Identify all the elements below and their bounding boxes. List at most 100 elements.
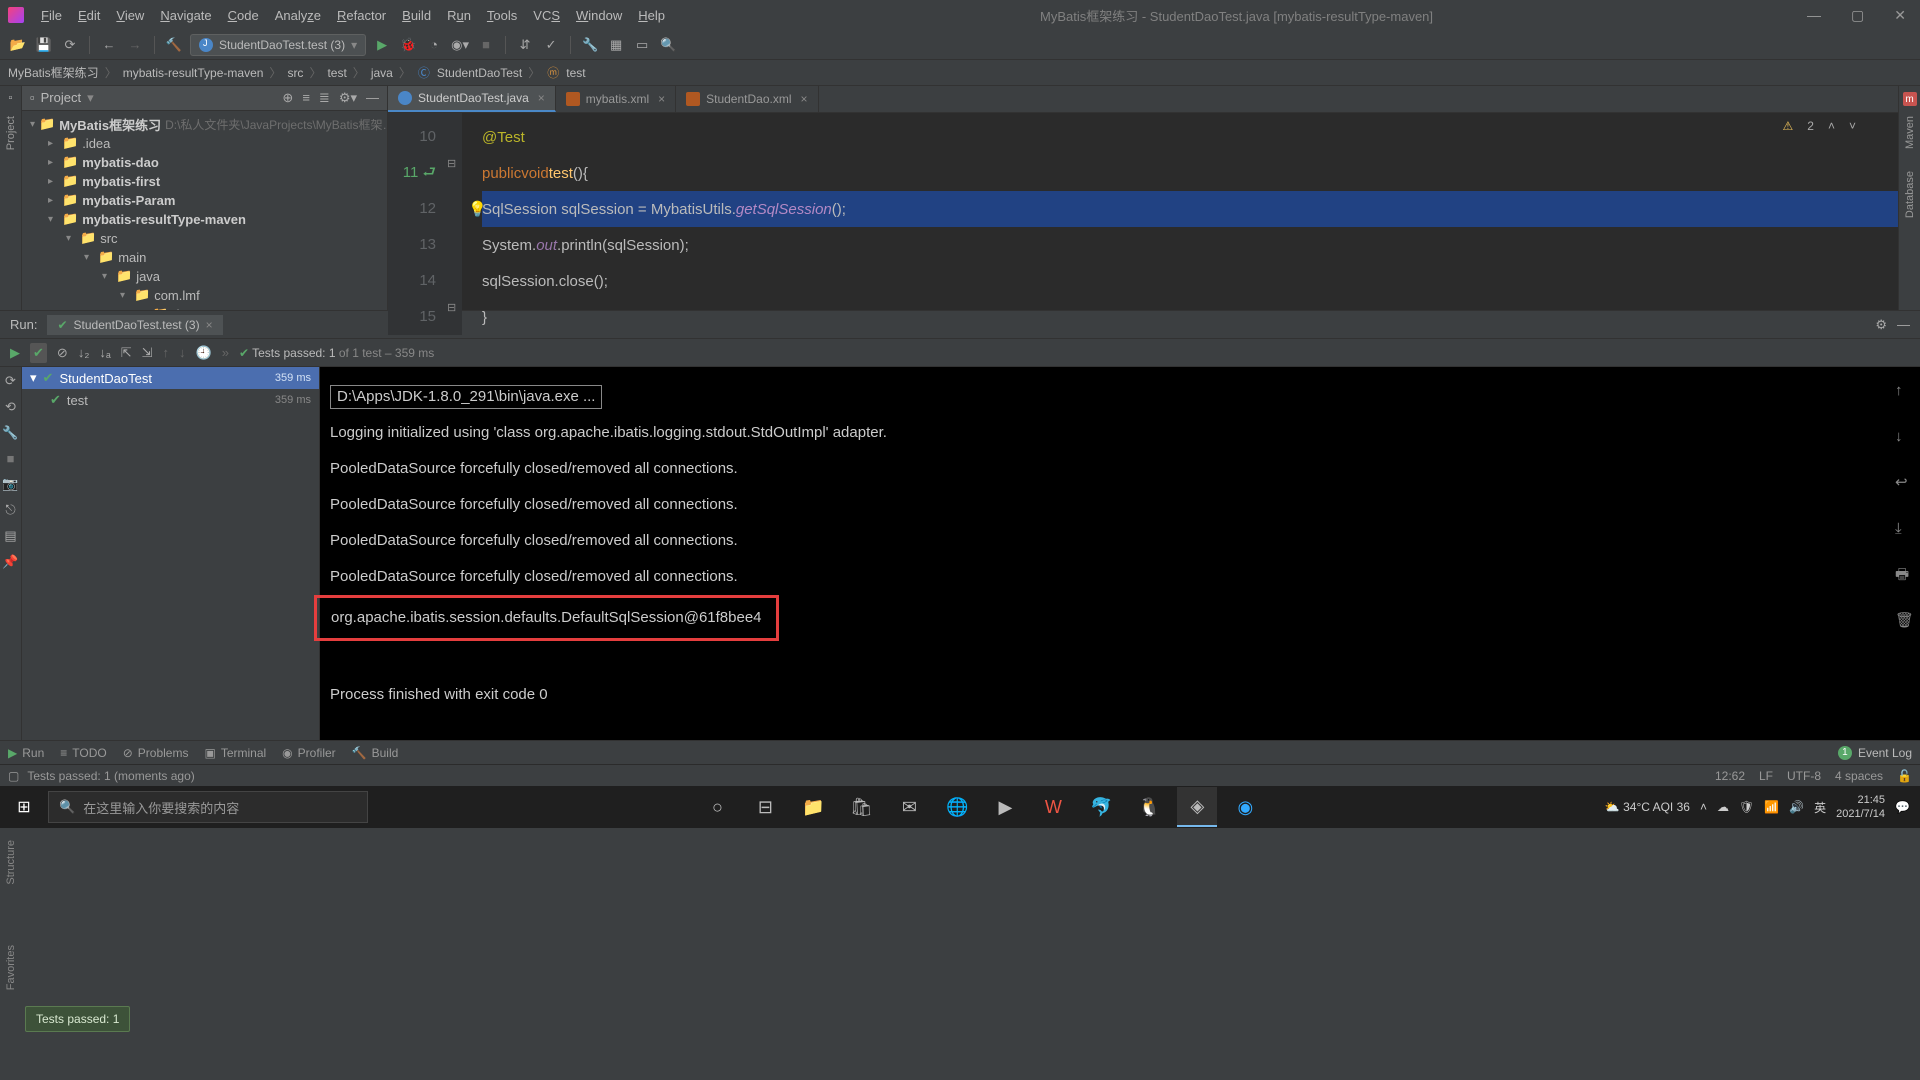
tab-problems[interactable]: ⊘Problems (123, 746, 189, 760)
problems-indicator[interactable]: ⚠2 ˄ ˅ (1783, 119, 1856, 133)
run-config-selector[interactable]: StudentDaoTest.test (3) ▾ (190, 34, 366, 56)
crumb-0[interactable]: MyBatis框架练习 (8, 64, 99, 81)
menu-build[interactable]: Build (395, 4, 438, 27)
scroll-up-icon[interactable]: ↑ (1895, 373, 1914, 409)
project-dropdown-icon[interactable]: ▾ (87, 90, 94, 106)
debug-button[interactable]: 🐞 (398, 35, 418, 55)
stop-button[interactable]: ■ (476, 35, 496, 55)
menu-run[interactable]: Run (440, 4, 478, 27)
wps-icon[interactable]: W (1033, 787, 1073, 827)
menu-view[interactable]: View (109, 4, 151, 27)
prev-test-icon[interactable]: ↑ (163, 345, 170, 360)
crumb-6[interactable]: test (566, 66, 585, 80)
prev-problem-icon[interactable]: ˄ (1828, 119, 1835, 133)
close-run-tab-icon[interactable]: × (206, 318, 213, 332)
test-tree[interactable]: ▾✔StudentDaoTest 359 ms ✔test 359 ms (22, 367, 320, 740)
volume-icon[interactable]: 🔊 (1789, 800, 1804, 814)
menu-edit[interactable]: Edit (71, 4, 107, 27)
tree-item[interactable]: ▾📁com.lmf (22, 286, 387, 305)
tab-todo[interactable]: ≡TODO (60, 746, 106, 760)
expand-icon[interactable]: ≡ (302, 90, 310, 106)
settings-gear-icon[interactable]: ⚙▾ (339, 90, 357, 106)
tab-studentdaotest[interactable]: StudentDaoTest.java × (388, 86, 556, 112)
menu-vcs[interactable]: VCS (526, 4, 567, 27)
intellij-taskbar-icon[interactable]: ◈ (1177, 787, 1217, 827)
dolphin-icon[interactable]: 🐬 (1081, 787, 1121, 827)
wifi-icon[interactable]: 📶 (1764, 800, 1779, 814)
collapse-icon[interactable]: ≣ (319, 90, 330, 106)
hide-run-icon[interactable]: — (1897, 317, 1910, 332)
scroll-to-end-icon[interactable]: ⤓ (1895, 511, 1914, 547)
console-output[interactable]: ↑ ↓ ↩ ⤓ 🖶 🗑 D:\Apps\JDK-1.8.0_291\bin\ja… (320, 367, 1920, 740)
favorites-tool-label[interactable]: Favorites (5, 945, 17, 990)
exit-icon[interactable]: ⎋ (5, 502, 15, 518)
qq-icon[interactable]: 🐧 (1129, 787, 1169, 827)
tree-item[interactable]: ▾📁main (22, 248, 387, 267)
next-test-icon[interactable]: ↓ (179, 345, 186, 360)
video-icon[interactable]: ▶ (985, 787, 1025, 827)
code-content[interactable]: @Test public void test(){ 💡 SqlSession s… (462, 113, 1898, 335)
coverage-button[interactable]: ◔ (424, 35, 444, 55)
tab-terminal[interactable]: ▣Terminal (204, 746, 266, 760)
tree-item[interactable]: ▸📁mybatis-first (22, 172, 387, 191)
save-icon[interactable]: 💾 (34, 35, 54, 55)
menu-refactor[interactable]: Refactor (330, 4, 393, 27)
toggle-auto-icon[interactable]: 🔧 (2, 425, 18, 441)
code-editor[interactable]: 10 11 ⮐ 12 13 14 15 ⊟ ⊟ @Test public voi… (388, 113, 1898, 335)
scroll-down-icon[interactable]: ↓ (1895, 419, 1914, 455)
sync-icon[interactable]: ⟳ (60, 35, 80, 55)
toggle-pass-icon[interactable]: ✔ (30, 343, 47, 363)
close-button[interactable]: ✕ (1888, 7, 1912, 24)
lock-icon[interactable]: 🔓 (1897, 769, 1912, 783)
back-icon[interactable]: ← (99, 35, 119, 55)
clear-icon[interactable]: 🗑 (1895, 603, 1914, 639)
forward-icon[interactable]: → (125, 35, 145, 55)
menu-file[interactable]: File (34, 4, 69, 27)
pin-icon[interactable]: 📌 (2, 554, 18, 570)
notifications-icon[interactable]: 💬 (1895, 800, 1910, 814)
mail-icon[interactable]: ✉ (889, 787, 929, 827)
expand-all-icon[interactable]: ⇱ (121, 345, 132, 361)
caret-position[interactable]: 12:62 (1715, 769, 1745, 783)
explorer-icon[interactable]: 📁 (793, 787, 833, 827)
rerun-failed-icon[interactable]: ⟲ (5, 399, 16, 415)
tab-profiler[interactable]: ◉Profiler (282, 746, 336, 760)
tree-item[interactable]: ▸📁mybatis-Param (22, 191, 387, 210)
fold-strip[interactable]: ⊟ ⊟ (444, 113, 462, 335)
tool-windows-icon[interactable]: ▢ (8, 769, 19, 783)
taskbar-clock[interactable]: 21:452021/7/14 (1836, 793, 1885, 821)
run-tab[interactable]: ✔ StudentDaoTest.test (3) × (47, 315, 222, 335)
event-log-button[interactable]: Event Log (1858, 746, 1912, 760)
toggle-ignore-icon[interactable]: ⊘ (57, 345, 68, 361)
maven-tool-label[interactable]: Maven (1904, 116, 1916, 149)
collapse-all-icon[interactable]: ⇲ (142, 345, 153, 361)
close-tab-icon[interactable]: × (801, 92, 808, 106)
weather-widget[interactable]: ⛅ 34°C AQI 36 (1605, 800, 1690, 814)
menu-window[interactable]: Window (569, 4, 629, 27)
store-icon[interactable]: 🛍 (841, 787, 881, 827)
menu-help[interactable]: Help (631, 4, 672, 27)
tree-item[interactable]: ▸📁mybatis-dao (22, 153, 387, 172)
hide-icon[interactable]: — (366, 90, 379, 106)
app-icon[interactable]: ◉ (1225, 787, 1265, 827)
test-node-class[interactable]: ▾✔StudentDaoTest 359 ms (22, 367, 319, 389)
ime-indicator[interactable]: 英 (1814, 799, 1826, 816)
security-icon[interactable]: 🛡 (1739, 800, 1754, 814)
task-view-icon[interactable]: ⊟ (745, 787, 785, 827)
menu-tools[interactable]: Tools (480, 4, 524, 27)
layout-icon[interactable]: ▤ (4, 528, 16, 544)
run-button[interactable]: ▶ (372, 35, 392, 55)
menu-code[interactable]: Code (221, 4, 266, 27)
menu-analyze[interactable]: Analyze (268, 4, 328, 27)
tab-mybatis-xml[interactable]: mybatis.xml × (556, 86, 676, 112)
avatar-icon[interactable]: ▭ (632, 35, 652, 55)
taskbar-search[interactable]: 🔍 在这里输入你要搜索的内容 (48, 791, 368, 823)
menu-navigate[interactable]: Navigate (153, 4, 218, 27)
locate-icon[interactable]: ⊕ (282, 90, 293, 106)
crumb-5[interactable]: StudentDaoTest (437, 66, 522, 80)
intention-bulb-icon[interactable]: 💡 (468, 200, 487, 218)
tree-item[interactable]: ▾📁src (22, 229, 387, 248)
crumb-1[interactable]: mybatis-resultType-maven (123, 66, 264, 80)
tree-item[interactable]: ▾📁MyBatis框架练习 D:\私人文件夹\JavaProjects\MyBa… (22, 115, 387, 134)
sort-alpha-icon[interactable]: ↓ₐ (99, 345, 110, 360)
